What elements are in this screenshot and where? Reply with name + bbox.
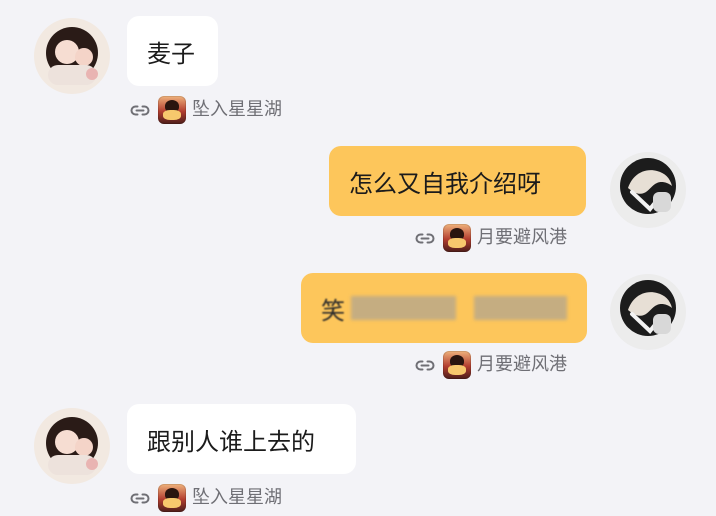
message-row: 跟别人谁上去的 坠入星星湖 [0,392,716,516]
link-icon [415,360,435,371]
message-bubble[interactable]: 笑 [301,273,587,343]
avatar[interactable] [610,152,686,228]
game-icon [443,224,471,252]
message-text: 麦子 [147,39,195,68]
avatar[interactable] [610,274,686,350]
link-icon [130,105,150,116]
message-bubble[interactable]: 跟别人谁上去的 [127,404,356,474]
link-icon [415,233,435,244]
avatar-image [610,274,686,350]
message-tag: 坠入星星湖 [128,484,282,512]
game-icon [158,484,186,512]
message-tag: 坠入星星湖 [128,96,282,124]
message-tag: 月要避风港 [413,224,567,252]
message-text: 怎么又自我介绍呀 [349,169,541,198]
message-text: 跟别人谁上去的 [147,427,315,456]
message-row: 麦子 坠入星星湖 [0,0,716,130]
avatar[interactable] [34,18,110,94]
message-bubble[interactable]: 怎么又自我介绍呀 [329,146,586,216]
avatar[interactable] [34,408,110,484]
game-icon [158,96,186,124]
tag-label: 坠入星星湖 [192,99,282,120]
avatar-image [34,408,110,484]
tag-label: 坠入星星湖 [192,487,282,508]
message-row: 怎么又自我介绍呀 月要避风港 [0,126,716,261]
game-icon [443,351,471,379]
message-text: 笑 [321,296,345,325]
message-row: 笑 月要避风港 [0,262,716,394]
avatar-image [610,152,686,228]
message-tag: 月要避风港 [413,351,567,379]
censored-text-block [473,296,567,320]
avatar-image [34,18,110,94]
message-bubble[interactable]: 麦子 [127,16,218,86]
tag-label: 月要避风港 [477,354,567,375]
censored-text-block [351,296,456,320]
tag-label: 月要避风港 [477,227,567,248]
link-icon [130,493,150,504]
